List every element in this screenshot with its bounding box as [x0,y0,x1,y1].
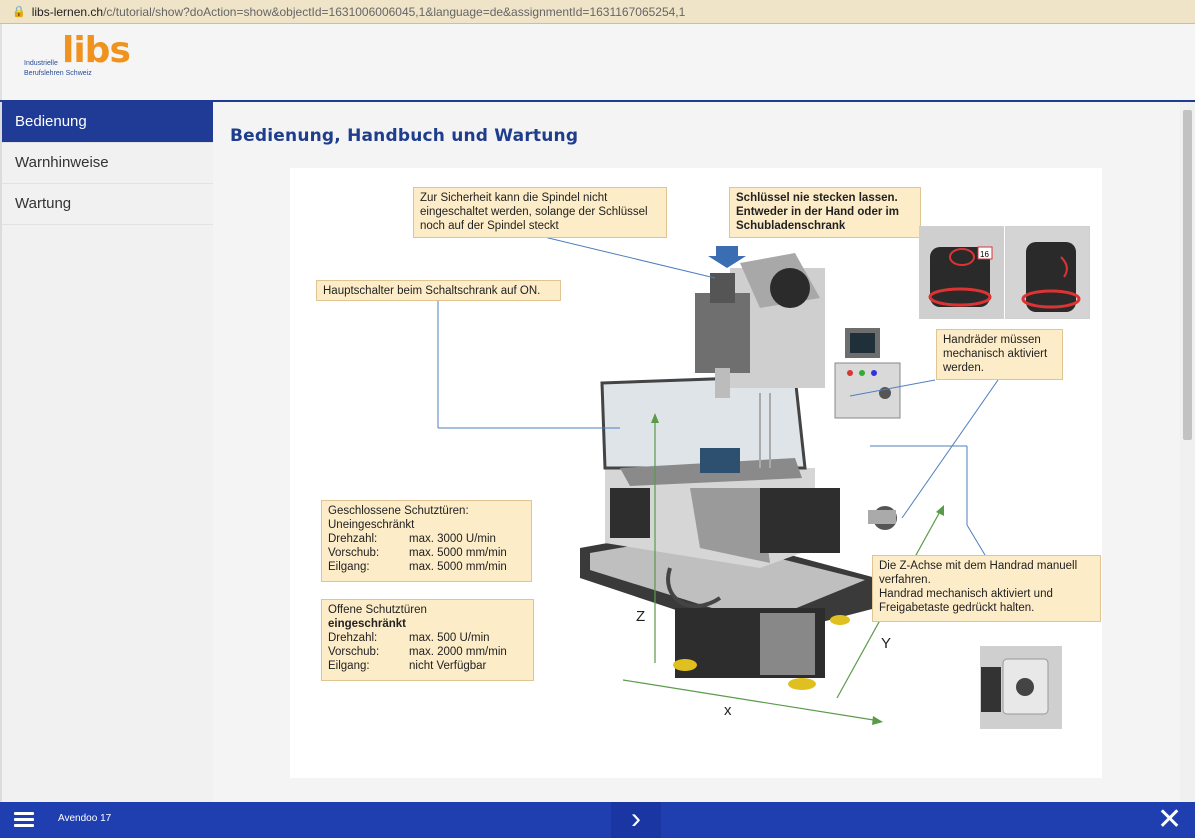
closed-row: Eilgang: max. 5000 mm/min [328,560,525,574]
logo-line1: Industrielle [24,60,58,67]
note-key: Schlüssel nie stecken lassen. Entweder i… [729,187,921,238]
closed-row-key: Vorschub: [328,547,380,559]
chevron-right-icon: › [631,802,641,835]
note-mainswitch: Hauptschalter beim Schaltschrank auf ON. [316,280,561,301]
app-header: libs Industrielle Berufslehren Schweiz [0,24,1195,100]
handwheel-photo-left: 16 [919,226,1004,319]
logo-word: libs [62,30,131,71]
closed-row: Vorschub: max. 5000 mm/min [328,546,525,560]
url-host: libs-lernen.ch [31,4,104,19]
closed-row-value: max. 5000 mm/min [409,547,507,559]
machine-diagram: Zur Sicherheit kann die Spindel nicht ei… [290,168,1102,778]
closed-row-value: max. 5000 mm/min [409,561,507,573]
sidebar-item-wartung[interactable]: Wartung [2,184,213,225]
axis-label-z: Z [636,608,646,625]
note-spindle: Zur Sicherheit kann die Spindel nicht ei… [413,187,667,238]
open-title: Offene Schutztüren [328,604,427,616]
open-row-value: max. 2000 mm/min [409,646,507,658]
note-spindle-text: Zur Sicherheit kann die Spindel nicht ei… [420,192,648,232]
close-button[interactable]: ✕ [1157,805,1182,835]
closed-subtitle: Uneingeschränkt [328,519,415,531]
note-key-text: Schlüssel nie stecken lassen. Entweder i… [736,192,899,232]
open-row: Drehzahl: max. 500 U/min [328,631,527,645]
note-handwheels: Handräder müssen mechanisch aktiviert we… [936,329,1063,380]
note-zaxis-line1: Die Z-Achse mit dem Handrad manuell verf… [879,560,1078,586]
footer-bar: Avendoo 17 › ✕ [0,802,1195,838]
note-open-doors: Offene Schutztüren eingeschränkt Drehzah… [321,599,534,681]
open-row-key: Drehzahl: [328,632,378,644]
hamburger-menu-icon[interactable] [14,812,34,828]
open-subtitle: eingeschränkt [328,618,406,630]
open-row-value: max. 500 U/min [409,632,490,644]
open-row: Vorschub: max. 2000 mm/min [328,645,527,659]
libs-logo[interactable]: libs Industrielle Berufslehren Schweiz [24,30,134,84]
vertical-scrollbar[interactable] [1180,102,1195,802]
close-icon: ✕ [1157,803,1183,836]
page-title: Bedienung, Handbuch und Wartung [230,126,579,146]
closed-title: Geschlossene Schutztüren: [328,505,469,517]
main-content: Bedienung, Handbuch und Wartung Zur Sich… [213,102,1180,802]
note-zaxis: Die Z-Achse mit dem Handrad manuell verf… [872,555,1101,622]
sidebar-item-bedienung[interactable]: Bedienung [2,102,213,143]
closed-row: Drehzahl: max. 3000 U/min [328,532,525,546]
lock-icon: 🔒 [12,6,26,18]
open-row-value: nicht Verfügbar [409,660,487,672]
closed-row-value: max. 3000 U/min [409,533,496,545]
axis-label-x: x [724,702,732,719]
browser-url-bar[interactable]: 🔒 libs-lernen.ch/c/tutorial/show?doActio… [0,0,1195,24]
axis-label-y: Y [881,635,892,652]
open-row-key: Eilgang: [328,660,370,672]
sidebar-nav: Bedienung Warnhinweise Wartung [0,102,213,802]
url-path: /c/tutorial/show?doAction=show&objectId=… [103,4,686,19]
closed-row-key: Drehzahl: [328,533,378,545]
release-button-photo [980,646,1062,729]
open-row-key: Vorschub: [328,646,380,658]
footer-label: Avendoo 17 [58,813,112,824]
next-button[interactable]: › [611,802,661,838]
handwheel-photo-right [1005,226,1090,319]
note-closed-doors: Geschlossene Schutztüren: Uneingeschränk… [321,500,532,582]
note-handwheels-text: Handräder müssen mechanisch aktiviert we… [943,334,1048,374]
note-zaxis-line2: Handrad mechanisch aktiviert und Freigab… [879,588,1053,614]
scrollbar-thumb[interactable] [1183,110,1192,440]
sidebar-item-warnhinweise[interactable]: Warnhinweise [2,143,213,184]
open-row: Eilgang: nicht Verfügbar [328,659,527,673]
note-mainswitch-text: Hauptschalter beim Schaltschrank auf ON. [323,285,541,297]
logo-line2: Berufslehren Schweiz [24,70,92,77]
handwheel-photo-label: 16 [980,250,989,259]
closed-row-key: Eilgang: [328,561,370,573]
